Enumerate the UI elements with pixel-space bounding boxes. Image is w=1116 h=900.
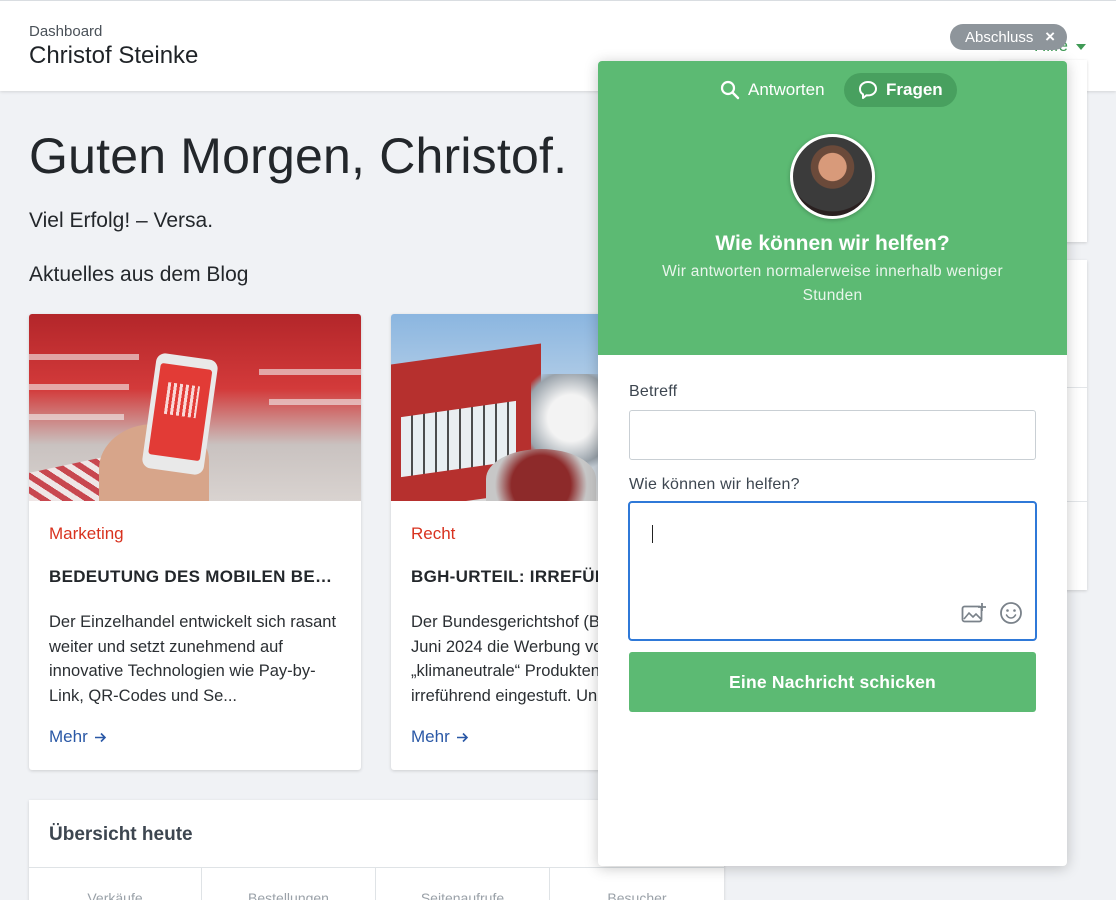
- page-title: Christof Steinke: [29, 42, 199, 69]
- tab-answers[interactable]: Antworten: [706, 73, 839, 107]
- search-icon: [720, 80, 740, 100]
- avatar: [790, 134, 875, 219]
- breadcrumb[interactable]: Dashboard: [29, 23, 102, 40]
- message-label: Wie können wir helfen?: [629, 476, 800, 493]
- text-cursor: [652, 525, 653, 543]
- overview-title: Übersicht heute: [49, 824, 193, 845]
- stat-label: Seitenaufrufe: [420, 890, 505, 900]
- chat-bubble-icon: [859, 81, 877, 99]
- close-widget-button[interactable]: Abschluss ×: [950, 24, 1067, 50]
- more-label: Mehr: [49, 727, 88, 746]
- close-label: Abschluss: [965, 28, 1034, 46]
- stat-label: Besucher: [607, 890, 667, 900]
- stat-label: Bestellungen: [248, 890, 329, 900]
- emoji-icon[interactable]: [999, 601, 1023, 625]
- stat-pageviews: Seitenaufrufe: [376, 868, 550, 900]
- add-image-icon[interactable]: [961, 602, 987, 624]
- close-icon: ×: [1045, 27, 1055, 46]
- help-widget: Antworten Fragen Wie können wir helfen? …: [598, 61, 1067, 866]
- subject-label: Betreff: [629, 383, 678, 400]
- tab-label: Fragen: [886, 80, 943, 99]
- blog-card-title[interactable]: BEDEUTUNG DES MOBILEN BE…: [49, 567, 349, 587]
- blog-card-marketing[interactable]: Marketing BEDEUTUNG DES MOBILEN BE… Der …: [29, 314, 361, 770]
- subject-input[interactable]: [629, 410, 1036, 460]
- stat-sales: Verkäufe: [29, 868, 202, 900]
- arrow-right-icon: [456, 732, 468, 742]
- tab-questions[interactable]: Fragen: [844, 73, 957, 107]
- message-textarea[interactable]: [628, 501, 1037, 641]
- stat-label: Verkäufe: [87, 890, 143, 900]
- send-message-button[interactable]: Eine Nachricht schicken: [629, 652, 1036, 712]
- help-widget-header: Antworten Fragen Wie können wir helfen? …: [598, 61, 1067, 355]
- blog-card-excerpt: Der Einzelhandel entwickelt sich rasant …: [49, 613, 337, 705]
- greeting-subline: Viel Erfolg! – Versa.: [29, 209, 214, 232]
- widget-title: Wie können wir helfen?: [715, 232, 950, 255]
- blog-card-category: Recht: [411, 524, 456, 543]
- blog-section-heading: Aktuelles aus dem Blog: [29, 263, 249, 286]
- stat-orders: Bestellungen: [202, 868, 376, 900]
- arrow-right-icon: [94, 732, 106, 742]
- greeting-heading: Guten Morgen, Christof.: [29, 128, 568, 184]
- blog-card-more-link[interactable]: Mehr: [411, 727, 469, 747]
- stat-visitors: Besucher: [550, 868, 724, 900]
- widget-subtitle: Wir antworten normalerweise innerhalb we…: [662, 263, 1003, 304]
- tab-label: Antworten: [748, 80, 825, 99]
- blog-card-more-link[interactable]: Mehr: [49, 727, 107, 747]
- blog-card-image: [29, 314, 361, 501]
- more-label: Mehr: [411, 727, 450, 746]
- chevron-down-icon: [1076, 44, 1087, 50]
- blog-card-category: Marketing: [49, 524, 124, 543]
